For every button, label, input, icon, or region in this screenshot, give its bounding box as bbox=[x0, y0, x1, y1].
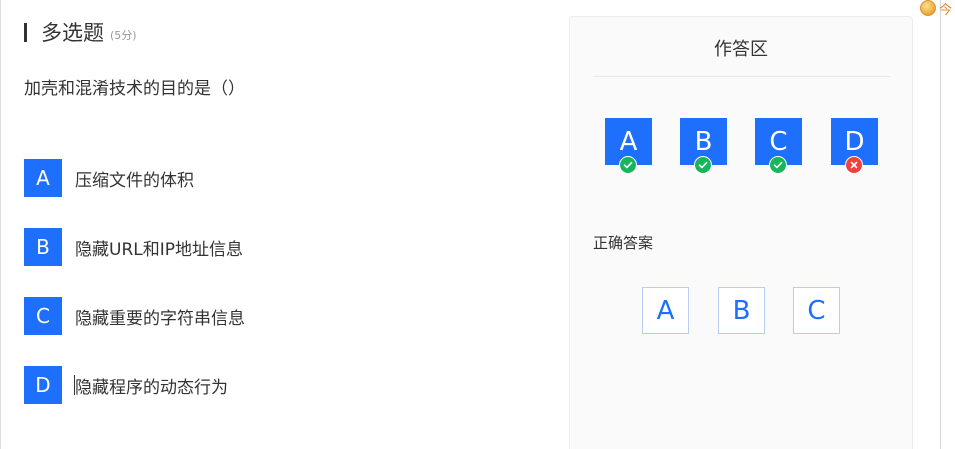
correct-answer-c: C bbox=[793, 287, 840, 334]
panel-title: 作答区 bbox=[714, 39, 768, 60]
page-right-border bbox=[940, 0, 941, 449]
question-stem: 加壳和混淆技术的目的是（） bbox=[24, 79, 245, 99]
option-b[interactable]: B 隐藏URL和IP地址信息 bbox=[24, 228, 464, 266]
option-text: 隐藏程序的动态行为 bbox=[75, 377, 228, 398]
option-letter: D bbox=[24, 366, 62, 404]
page-left-border bbox=[0, 0, 1, 449]
question-header: 多选题 (5分) bbox=[24, 16, 137, 48]
check-circle-icon bbox=[619, 156, 637, 174]
header-accent-bar bbox=[24, 22, 27, 42]
option-letter: C bbox=[24, 297, 62, 335]
check-circle-icon bbox=[769, 156, 787, 174]
corner-widget-text[interactable]: 今 bbox=[939, 0, 952, 18]
option-text: 隐藏URL和IP地址信息 bbox=[75, 239, 243, 260]
option-letter: A bbox=[24, 159, 62, 197]
selected-answer-a[interactable]: A bbox=[605, 118, 652, 174]
x-circle-icon bbox=[845, 156, 863, 174]
selected-answer-d[interactable]: D bbox=[831, 118, 878, 174]
panel-divider bbox=[593, 76, 891, 77]
answer-panel: 作答区 A B C D 正确答案 A B C bbox=[569, 16, 913, 449]
question-type: 多选题 bbox=[41, 21, 104, 45]
correct-answer-label: 正确答案 bbox=[593, 234, 654, 252]
option-letter: B bbox=[24, 228, 62, 266]
option-text: 压缩文件的体积 bbox=[75, 170, 194, 191]
option-d[interactable]: D 隐藏程序的动态行为 bbox=[24, 366, 464, 404]
answer-letter: A bbox=[619, 126, 638, 157]
selected-answer-b[interactable]: B bbox=[680, 118, 727, 174]
answer-letter: B bbox=[694, 126, 713, 157]
check-circle-icon bbox=[694, 156, 712, 174]
coin-icon[interactable] bbox=[920, 0, 936, 16]
question-score: (5分) bbox=[110, 29, 137, 42]
correct-answer-b: B bbox=[718, 287, 765, 334]
answer-letter: C bbox=[769, 126, 788, 157]
answer-letter: D bbox=[844, 126, 865, 157]
selected-answer-c[interactable]: C bbox=[755, 118, 802, 174]
option-c[interactable]: C 隐藏重要的字符串信息 bbox=[24, 297, 464, 335]
correct-answer-a: A bbox=[642, 287, 689, 334]
option-a[interactable]: A 压缩文件的体积 bbox=[24, 159, 464, 197]
option-text: 隐藏重要的字符串信息 bbox=[75, 308, 245, 329]
